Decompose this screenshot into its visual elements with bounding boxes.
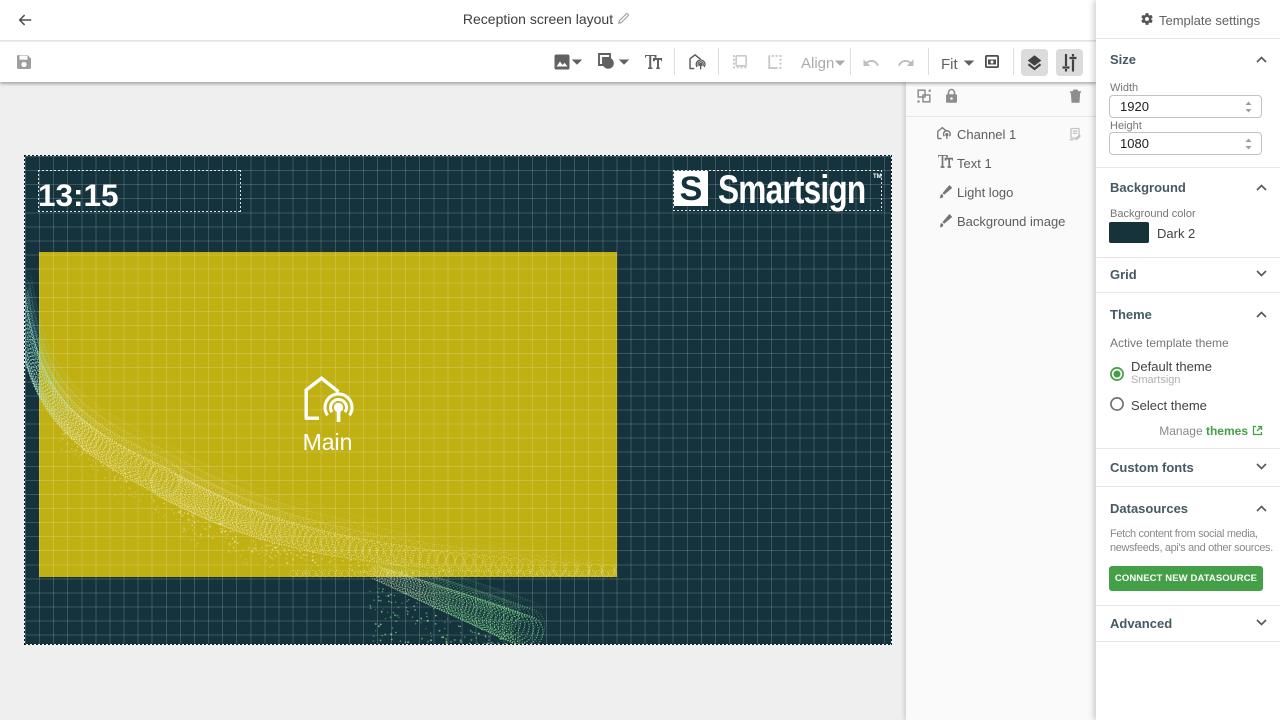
svg-text:S: S: [680, 171, 703, 206]
